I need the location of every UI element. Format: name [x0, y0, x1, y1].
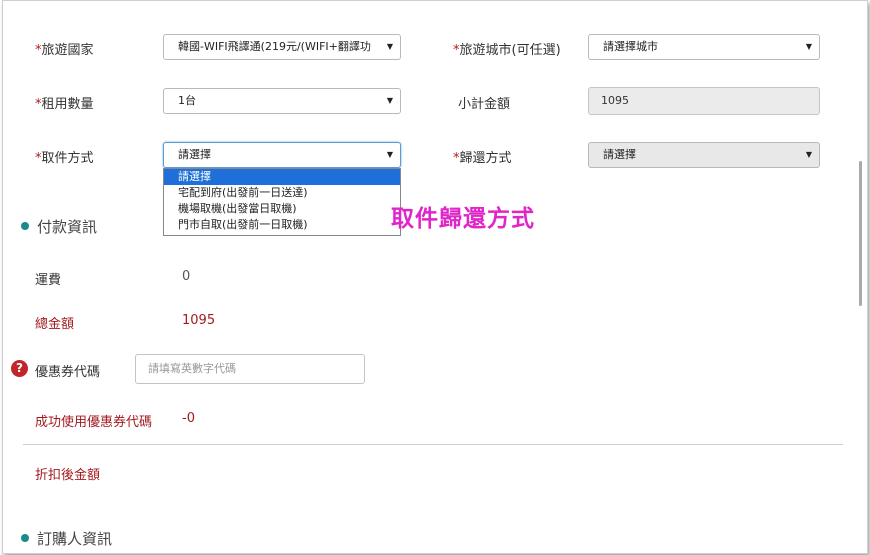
country-select[interactable]: 韓國-WIFI飛譯通(219元/(WIFI+翻譯功 ▼ [163, 34, 401, 60]
chevron-down-icon: ▼ [386, 96, 393, 105]
divider [23, 444, 843, 445]
quantity-select-value: 1台 [178, 94, 196, 107]
discounted-label: 折扣後金額 [35, 468, 101, 483]
pickup-option[interactable]: 宅配到府(出發前一日送達) [164, 185, 400, 201]
country-label-text: 旅遊國家 [41, 43, 94, 58]
chevron-down-icon: ▼ [805, 150, 812, 159]
pickup-select-value: 請選擇 [178, 148, 211, 161]
scrollbar[interactable] [859, 161, 862, 306]
pickup-label-text: 取件方式 [41, 151, 94, 166]
country-label: *旅遊國家 [35, 43, 94, 58]
payment-section-title: 付款資訊 [37, 218, 98, 236]
city-select-value: 請選擇城市 [603, 40, 658, 53]
pickup-option[interactable]: 機場取機(出發當日取機) [164, 201, 400, 217]
chevron-down-icon: ▼ [386, 42, 393, 51]
chevron-down-icon: ▼ [805, 42, 812, 51]
return-label-text: 歸還方式 [459, 151, 512, 166]
pickup-option[interactable]: 請選擇 [164, 169, 400, 185]
subtotal-label: 小計金額 [458, 97, 511, 112]
pickup-option[interactable]: 門市自取(出發前一日取機) [164, 217, 400, 233]
city-select[interactable]: 請選擇城市 ▼ [588, 34, 820, 60]
coupon-input[interactable]: 請填寫英數字代碼 [135, 354, 365, 384]
coupon-label: 優惠券代碼 [35, 365, 101, 380]
order-form-page: *旅遊國家 韓國-WIFI飛譯通(219元/(WIFI+翻譯功 ▼ *旅遊城市(… [2, 0, 868, 554]
return-select-value: 請選擇 [603, 148, 636, 161]
city-label-text: 旅遊城市(可任選) [459, 43, 561, 58]
return-label: *歸還方式 [453, 151, 512, 166]
shipping-value: 0 [182, 269, 191, 284]
pickup-select[interactable]: 請選擇 ▼ [163, 142, 401, 168]
buyer-section-title: 訂購人資訊 [37, 530, 113, 548]
quantity-label: *租用數量 [35, 97, 94, 112]
section-dot-icon [21, 222, 29, 230]
shipping-label: 運費 [35, 273, 62, 288]
annotation-text: 取件歸還方式 [391, 206, 535, 232]
quantity-select[interactable]: 1台 ▼ [163, 88, 401, 114]
coupon-used-label: 成功使用優惠券代碼 [35, 415, 153, 430]
help-icon[interactable]: ? [11, 360, 28, 377]
chevron-down-icon: ▼ [386, 150, 393, 159]
quantity-label-text: 租用數量 [41, 97, 94, 112]
pickup-dropdown-list: 請選擇 宅配到府(出發前一日送達) 機場取機(出發當日取機) 門市自取(出發前一… [163, 168, 401, 236]
country-select-value: 韓國-WIFI飛譯通(219元/(WIFI+翻譯功 [178, 40, 371, 53]
subtotal-field: 1095 [588, 87, 820, 115]
return-select[interactable]: 請選擇 ▼ [588, 142, 820, 168]
pickup-label: *取件方式 [35, 151, 94, 166]
city-label: *旅遊城市(可任選) [453, 43, 561, 58]
total-label: 總金額 [35, 317, 75, 332]
section-dot-icon [21, 534, 29, 542]
total-value: 1095 [182, 313, 216, 328]
coupon-used-value: -0 [182, 411, 195, 426]
